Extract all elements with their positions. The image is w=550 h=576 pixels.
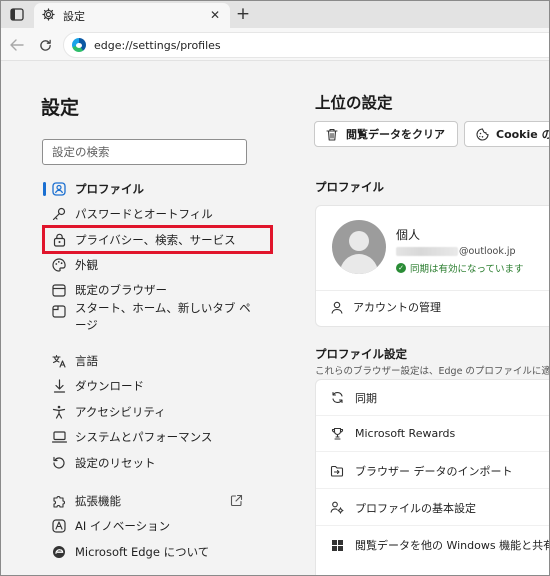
button-label: 閲覧データをクリア	[346, 128, 445, 141]
sidebar-item-start-home[interactable]: スタート、ホーム、新しいタブ ページ	[43, 300, 273, 336]
tab-title: 設定	[63, 9, 85, 23]
profile-email: @outlook.jp	[396, 246, 516, 257]
redacted-email-user	[396, 247, 458, 256]
settings-sidebar: 設定 プロファイル パスワードとオートフィル プライバシー、検索、サービス	[1, 61, 277, 575]
divider	[316, 290, 549, 291]
address-bar[interactable]: edge://settings/profiles	[63, 32, 549, 58]
ai-icon	[51, 518, 67, 534]
sidebar-item-accessibility[interactable]: アクセシビリティ	[43, 400, 273, 424]
home-tabs-icon	[51, 303, 67, 319]
sidebar-item-label: Microsoft Edge について	[75, 545, 210, 559]
button-label: Cookie の管	[496, 128, 549, 141]
sidebar-item-label: 言語	[75, 354, 98, 368]
sidebar-item-label: プロファイル	[75, 182, 144, 196]
tab-actions-icon[interactable]	[7, 5, 27, 23]
sync-row[interactable]: 同期	[316, 380, 549, 416]
cookie-icon	[475, 127, 489, 141]
browser-window: 設定 ✕ + edge://settings/profiles 設定 プロファイ…	[0, 0, 550, 576]
person-icon	[330, 300, 344, 314]
sidebar-item-about[interactable]: Microsoft Edge について	[43, 540, 273, 564]
sidebar-title: 設定	[41, 97, 80, 119]
manage-cookies-button[interactable]: Cookie の管	[464, 121, 549, 147]
sidebar-item-label: 既定のブラウザー	[75, 283, 167, 297]
sidebar-item-system[interactable]: システムとパフォーマンス	[43, 425, 273, 449]
key-icon	[51, 206, 67, 222]
settings-search-input[interactable]	[42, 139, 247, 165]
profile-card: 個人 @outlook.jp ✓ 同期は有効になっています アカウントの管理	[315, 205, 549, 327]
sidebar-item-default-browser[interactable]: 既定のブラウザー	[43, 278, 273, 302]
sidebar-item-label: パスワードとオートフィル	[75, 207, 213, 221]
puzzle-icon	[51, 493, 67, 509]
trophy-icon	[330, 427, 344, 441]
tab-settings[interactable]: 設定 ✕	[34, 3, 230, 28]
profile-settings-description: これらのブラウザー設定は、Edge のプロファイルに適	[315, 366, 550, 377]
person-circle-icon	[51, 181, 67, 197]
settings-main: 上位の設定 閲覧データをクリア Cookie の管 プロファイル 個人 @out…	[277, 61, 550, 575]
language-icon	[51, 353, 67, 369]
download-icon	[51, 378, 67, 394]
external-link-icon[interactable]	[230, 494, 243, 507]
people-settings-icon	[330, 501, 344, 515]
gear-icon	[42, 7, 55, 24]
trash-icon	[325, 127, 339, 141]
sidebar-item-label: アクセシビリティ	[75, 405, 166, 419]
sidebar-item-label: システムとパフォーマンス	[75, 430, 213, 444]
check-circle-icon: ✓	[396, 263, 406, 273]
sidebar-item-downloads[interactable]: ダウンロード	[43, 374, 273, 398]
avatar[interactable]	[332, 220, 386, 274]
sidebar-item-label: 拡張機能	[75, 494, 121, 508]
browser-window-icon	[51, 282, 67, 298]
manage-account-link[interactable]: アカウントの管理	[330, 296, 441, 318]
laptop-icon	[51, 429, 67, 445]
reload-icon[interactable]	[35, 35, 55, 55]
palette-icon	[51, 257, 67, 273]
sidebar-item-passwords[interactable]: パスワードとオートフィル	[43, 202, 273, 226]
page-title: 上位の設定	[315, 94, 393, 112]
sidebar-item-label: ダウンロード	[75, 379, 144, 393]
address-url: edge://settings/profiles	[94, 38, 221, 52]
tab-strip: 設定 ✕ +	[1, 1, 549, 28]
profile-preferences-row[interactable]: プロファイルの基本設定	[316, 490, 549, 526]
new-tab-button[interactable]: +	[233, 4, 253, 24]
profiles-section-label: プロファイル	[315, 180, 384, 194]
import-data-row[interactable]: ブラウザー データのインポート	[316, 453, 549, 489]
sidebar-item-label: スタート、ホーム、新しいタブ ページ	[75, 301, 251, 332]
edge-logo-icon	[51, 544, 67, 560]
sidebar-item-profiles[interactable]: プロファイル	[43, 177, 273, 201]
toolbar: edge://settings/profiles	[1, 28, 549, 61]
clear-browsing-data-button[interactable]: 閲覧データをクリア	[314, 121, 458, 147]
sync-status: ✓ 同期は有効になっています	[396, 261, 524, 275]
sidebar-item-reset[interactable]: 設定のリセット	[43, 451, 273, 475]
profile-settings-label: プロファイル設定	[315, 347, 407, 361]
edge-logo-icon	[72, 38, 86, 52]
rewards-row[interactable]: Microsoft Rewards	[316, 416, 549, 452]
sidebar-item-label: 外観	[75, 258, 98, 272]
back-arrow-icon[interactable]	[7, 35, 27, 55]
profile-settings-list: 同期 Microsoft Rewards ブラウザー データのインポート プロフ…	[315, 379, 549, 575]
import-icon	[330, 464, 344, 478]
close-tab-icon[interactable]: ✕	[208, 8, 222, 22]
sidebar-item-languages[interactable]: 言語	[43, 349, 273, 373]
sync-icon	[330, 391, 344, 405]
windows-icon	[330, 538, 344, 552]
highlight-box	[42, 225, 273, 254]
reset-icon	[51, 455, 67, 471]
accessibility-icon	[51, 404, 67, 420]
sidebar-item-ai-innovation[interactable]: AI イノベーション	[43, 514, 273, 538]
sidebar-item-appearance[interactable]: 外観	[43, 253, 273, 277]
profile-name: 個人	[396, 228, 421, 242]
sidebar-item-label: 設定のリセット	[75, 456, 156, 470]
sidebar-item-label: AI イノベーション	[75, 519, 171, 533]
share-with-windows-row[interactable]: 閲覧データを他の Windows 機能と共有	[316, 527, 549, 563]
